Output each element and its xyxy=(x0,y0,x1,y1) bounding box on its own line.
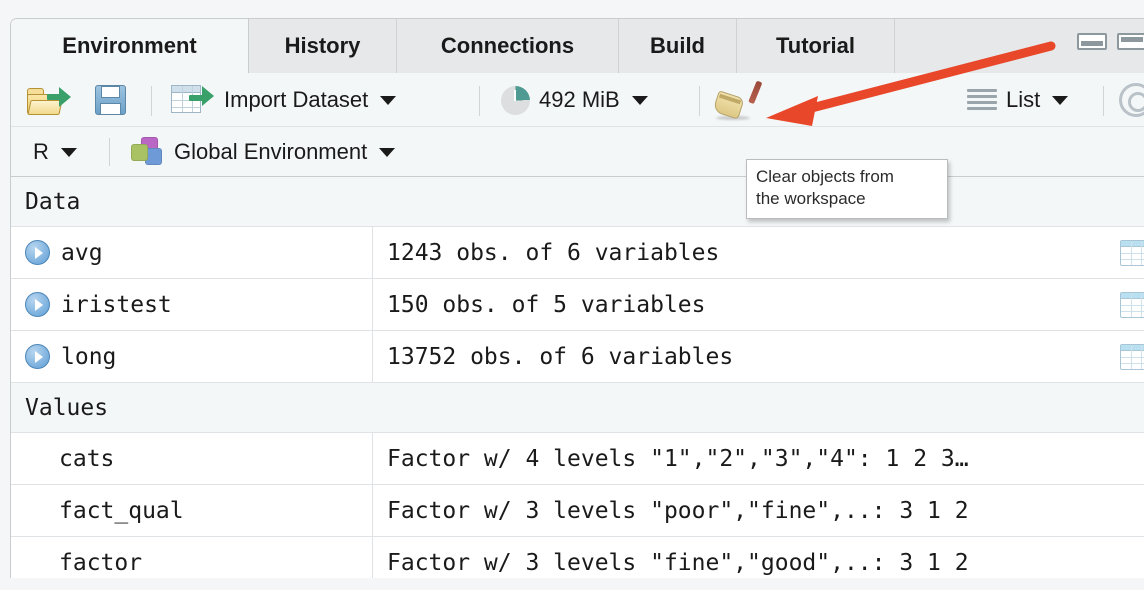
tab-environment[interactable]: Environment xyxy=(11,19,249,73)
object-name: cats xyxy=(59,446,114,472)
object-list[interactable]: Data avg 1243 obs. of 6 variables xyxy=(11,177,1144,578)
toolbar-separator-2 xyxy=(479,86,480,116)
import-dataset-label: Import Dataset xyxy=(224,87,368,113)
memory-usage-button[interactable]: 492 MiB xyxy=(501,73,648,127)
object-name-cell[interactable]: avg xyxy=(11,227,373,278)
object-name: iristest xyxy=(61,292,172,318)
chevron-down-icon xyxy=(61,148,77,157)
envbar-separator xyxy=(109,138,110,166)
toolbar-separator-3 xyxy=(699,86,700,116)
object-value: 150 obs. of 5 variables xyxy=(387,292,706,318)
object-value: Factor w/ 4 levels "1","2","3","4": 1 2 … xyxy=(387,446,969,472)
object-value: 13752 obs. of 6 variables xyxy=(387,344,733,370)
object-name: fact_qual xyxy=(59,498,184,524)
memory-usage-label: 492 MiB xyxy=(539,87,620,113)
clear-objects-button[interactable] xyxy=(713,73,759,127)
chevron-down-icon xyxy=(380,96,396,105)
environment-toolbar: Import Dataset 492 MiB xyxy=(11,73,1144,127)
memory-pie-icon xyxy=(501,86,530,115)
object-name-cell[interactable]: cats xyxy=(11,433,373,484)
tab-strip: Environment History Connections Build Tu… xyxy=(11,19,1144,73)
object-value-cell: Factor w/ 3 levels "poor","fine",..: 3 1… xyxy=(373,485,1144,536)
view-data-grid-icon[interactable] xyxy=(1120,344,1144,370)
table-row[interactable]: cats Factor w/ 4 levels "1","2","3","4":… xyxy=(11,433,1144,485)
tab-build[interactable]: Build xyxy=(619,19,737,73)
refresh-button[interactable] xyxy=(1119,73,1144,127)
tab-connections-label: Connections xyxy=(441,33,574,59)
table-row[interactable]: avg 1243 obs. of 6 variables xyxy=(11,227,1144,279)
toolbar-separator-4 xyxy=(1103,86,1104,116)
save-workspace-icon xyxy=(95,84,127,116)
import-dataset-icon xyxy=(171,85,215,115)
language-label: R xyxy=(33,139,49,165)
tab-environment-label: Environment xyxy=(62,33,196,59)
toolbar-separator-1 xyxy=(151,86,152,116)
minimize-icon[interactable] xyxy=(1077,33,1107,50)
object-name: avg xyxy=(61,240,103,266)
object-value-cell: 13752 obs. of 6 variables xyxy=(373,331,1120,382)
import-dataset-button[interactable]: Import Dataset xyxy=(171,73,396,127)
tooltip: Clear objects from the workspace xyxy=(746,159,948,219)
tooltip-line-1: Clear objects from xyxy=(756,166,938,188)
tab-tutorial[interactable]: Tutorial xyxy=(737,19,895,73)
window-controls xyxy=(1077,33,1144,50)
list-view-icon xyxy=(967,89,997,111)
view-data-grid-icon[interactable] xyxy=(1120,240,1144,266)
chevron-down-icon xyxy=(632,96,648,105)
object-value-cell: Factor w/ 4 levels "1","2","3","4": 1 2 … xyxy=(373,433,1144,484)
section-title: Values xyxy=(25,395,108,421)
object-value-cell: Factor w/ 3 levels "fine","good",..: 3 1… xyxy=(373,537,1144,578)
table-row[interactable]: long 13752 obs. of 6 variables xyxy=(11,331,1144,383)
save-workspace-button[interactable] xyxy=(95,73,127,127)
view-mode-button[interactable]: List xyxy=(967,73,1068,127)
table-row[interactable]: factor Factor w/ 3 levels "fine","good",… xyxy=(11,537,1144,578)
object-value-cell: 150 obs. of 5 variables xyxy=(373,279,1120,330)
object-value: 1243 obs. of 6 variables xyxy=(387,240,719,266)
tooltip-line-2: the workspace xyxy=(756,188,938,210)
tab-build-label: Build xyxy=(650,33,705,59)
rstudio-environment-pane: Environment History Connections Build Tu… xyxy=(0,0,1144,590)
object-name-cell[interactable]: long xyxy=(11,331,373,382)
object-name-cell[interactable]: iristest xyxy=(11,279,373,330)
section-header-data: Data xyxy=(11,177,1144,227)
expand-icon[interactable] xyxy=(25,240,50,265)
object-value-cell: 1243 obs. of 6 variables xyxy=(373,227,1120,278)
chevron-down-icon xyxy=(379,148,395,157)
environment-selector[interactable]: Global Environment xyxy=(131,127,395,177)
object-name: long xyxy=(61,344,116,370)
tab-history[interactable]: History xyxy=(249,19,397,73)
tab-connections[interactable]: Connections xyxy=(397,19,619,73)
table-row[interactable]: iristest 150 obs. of 5 variables xyxy=(11,279,1144,331)
object-value: Factor w/ 3 levels "fine","good",..: 3 1… xyxy=(387,550,969,576)
maximize-icon[interactable] xyxy=(1117,33,1144,50)
expand-icon[interactable] xyxy=(25,292,50,317)
table-row[interactable]: fact_qual Factor w/ 3 levels "poor","fin… xyxy=(11,485,1144,537)
open-folder-icon xyxy=(27,84,71,116)
object-name-cell[interactable]: factor xyxy=(11,537,373,578)
object-name: factor xyxy=(59,550,142,576)
tab-tutorial-label: Tutorial xyxy=(776,33,855,59)
environment-selector-bar: R Global Environment xyxy=(11,127,1144,177)
refresh-icon xyxy=(1119,83,1144,117)
open-workspace-button[interactable] xyxy=(27,73,71,127)
object-name-cell[interactable]: fact_qual xyxy=(11,485,373,536)
view-data-grid-icon[interactable] xyxy=(1120,292,1144,318)
section-title: Data xyxy=(25,189,80,215)
chevron-down-icon xyxy=(1052,96,1068,105)
broom-clear-icon xyxy=(713,80,759,120)
object-value: Factor w/ 3 levels "poor","fine",..: 3 1… xyxy=(387,498,969,524)
view-mode-label: List xyxy=(1006,87,1040,113)
expand-icon[interactable] xyxy=(25,344,50,369)
environment-panel: Environment History Connections Build Tu… xyxy=(10,18,1144,578)
language-selector[interactable]: R xyxy=(33,127,77,177)
global-environment-icon xyxy=(131,137,165,167)
section-header-values: Values xyxy=(11,383,1144,433)
environment-label: Global Environment xyxy=(174,139,367,165)
tab-history-label: History xyxy=(285,33,361,59)
